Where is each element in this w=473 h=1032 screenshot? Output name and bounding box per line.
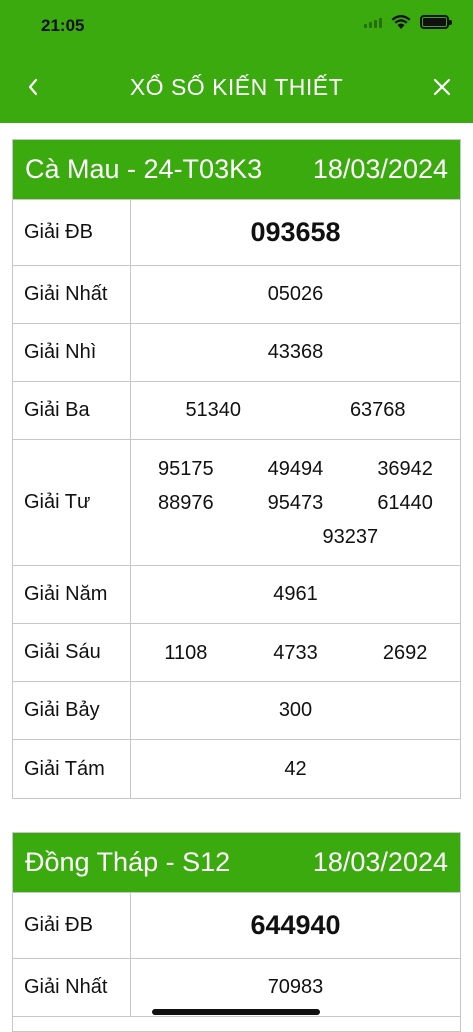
prize-number: 63768 (349, 399, 406, 421)
prize-number: 51340 (185, 399, 242, 421)
prize-row-third: Giải Ba 51340 63768 (13, 382, 460, 440)
prize-label: Giải Nhì (13, 324, 131, 381)
prize-row-special: Giải ĐB 093658 (13, 200, 460, 266)
prize-row-seventh: Giải Bảy 300 (13, 682, 460, 740)
prize-label: Giải ĐB (13, 200, 131, 265)
prize-numbers: 1108 4733 2692 (131, 624, 460, 681)
prize-number: 93237 (322, 525, 379, 548)
prize-numbers: 42 (131, 740, 460, 798)
prize-row-fifth: Giải Năm 4961 (13, 566, 460, 624)
status-time: 21:05 (41, 16, 85, 35)
page-title: XỔ SỐ KIẾN THIẾT (129, 74, 344, 100)
prize-number: 95175 (158, 457, 214, 480)
close-icon (433, 78, 451, 96)
prize-row-eighth: Giải Tám 42 (13, 740, 460, 798)
wifi-icon (391, 15, 411, 29)
cellular-signal-icon (364, 16, 382, 28)
draw-date: 18/03/2024 (312, 154, 448, 184)
prize-row-fourth: Giải Tư 95175 49494 36942 88976 95473 61… (13, 440, 460, 566)
prize-numbers: 95175 49494 36942 88976 95473 61440 9323… (131, 440, 460, 565)
prize-row-sixth: Giải Sáu 1108 4733 2692 (13, 624, 460, 682)
prize-label: Giải Năm (13, 566, 131, 623)
prize-number: 4733 (273, 641, 318, 664)
prize-number: 2692 (382, 641, 428, 664)
result-card-dong-thap: Đồng Tháp - S12 18/03/2024 Giải ĐB 64494… (12, 832, 461, 1032)
prize-label: Giải ĐB (13, 893, 131, 958)
prize-row-first: Giải Nhất 05026 (13, 266, 460, 324)
result-card-ca-mau: Cà Mau - 24-T03K3 18/03/2024 Giải ĐB 093… (12, 139, 461, 799)
prize-row-second: Giải Nhì 43368 (13, 324, 460, 382)
prize-label: Giải Tám (13, 740, 131, 798)
prize-number: 49494 (267, 457, 324, 480)
prize-numbers: 4961 (131, 566, 460, 623)
prize-numbers: 644940 (131, 893, 460, 958)
prize-number: 093658 (250, 217, 341, 247)
battery-icon (420, 15, 452, 29)
prize-number: 4961 (273, 583, 318, 605)
prize-number: 43368 (267, 341, 324, 363)
prize-label: Giải Nhất (13, 266, 131, 323)
prize-label: Giải Bảy (13, 682, 131, 739)
prize-numbers: 300 (131, 682, 460, 739)
prize-label: Giải Sáu (13, 624, 131, 681)
home-indicator[interactable] (152, 1009, 320, 1015)
prize-number: 95473 (267, 491, 324, 514)
province-name: Cà Mau - 24-T03K3 (25, 154, 263, 184)
prize-label: Giải Tư (13, 440, 131, 565)
prize-number: 61440 (377, 491, 433, 514)
prize-numbers: 43368 (131, 324, 460, 381)
prize-number: 05026 (267, 283, 324, 305)
prize-number: 300 (278, 699, 313, 721)
draw-date: 18/03/2024 (312, 847, 448, 877)
prize-number: 70983 (267, 976, 324, 998)
prize-number: 1108 (164, 641, 208, 664)
prize-label: Giải Nhất (13, 959, 131, 1016)
result-card-header: Cà Mau - 24-T03K3 18/03/2024 (13, 140, 460, 200)
prize-number: 644940 (250, 910, 341, 940)
prize-number: 36942 (377, 457, 433, 480)
prize-row-special: Giải ĐB 644940 (13, 893, 460, 959)
prize-numbers: 51340 63768 (131, 382, 460, 439)
result-card-header: Đồng Tháp - S12 18/03/2024 (13, 833, 460, 893)
prize-numbers: 70983 (131, 959, 460, 1016)
province-name: Đồng Tháp - S12 (25, 847, 231, 877)
prize-label: Giải Ba (13, 382, 131, 439)
close-button[interactable] (427, 72, 457, 102)
app-header: 21:05 XỔ SỐ KIẾN THIẾT (0, 0, 473, 123)
prize-numbers: 05026 (131, 266, 460, 323)
prize-number: 42 (284, 757, 307, 780)
status-icons (364, 14, 452, 30)
prize-number: 88976 (158, 491, 214, 514)
prize-numbers: 093658 (131, 200, 460, 265)
